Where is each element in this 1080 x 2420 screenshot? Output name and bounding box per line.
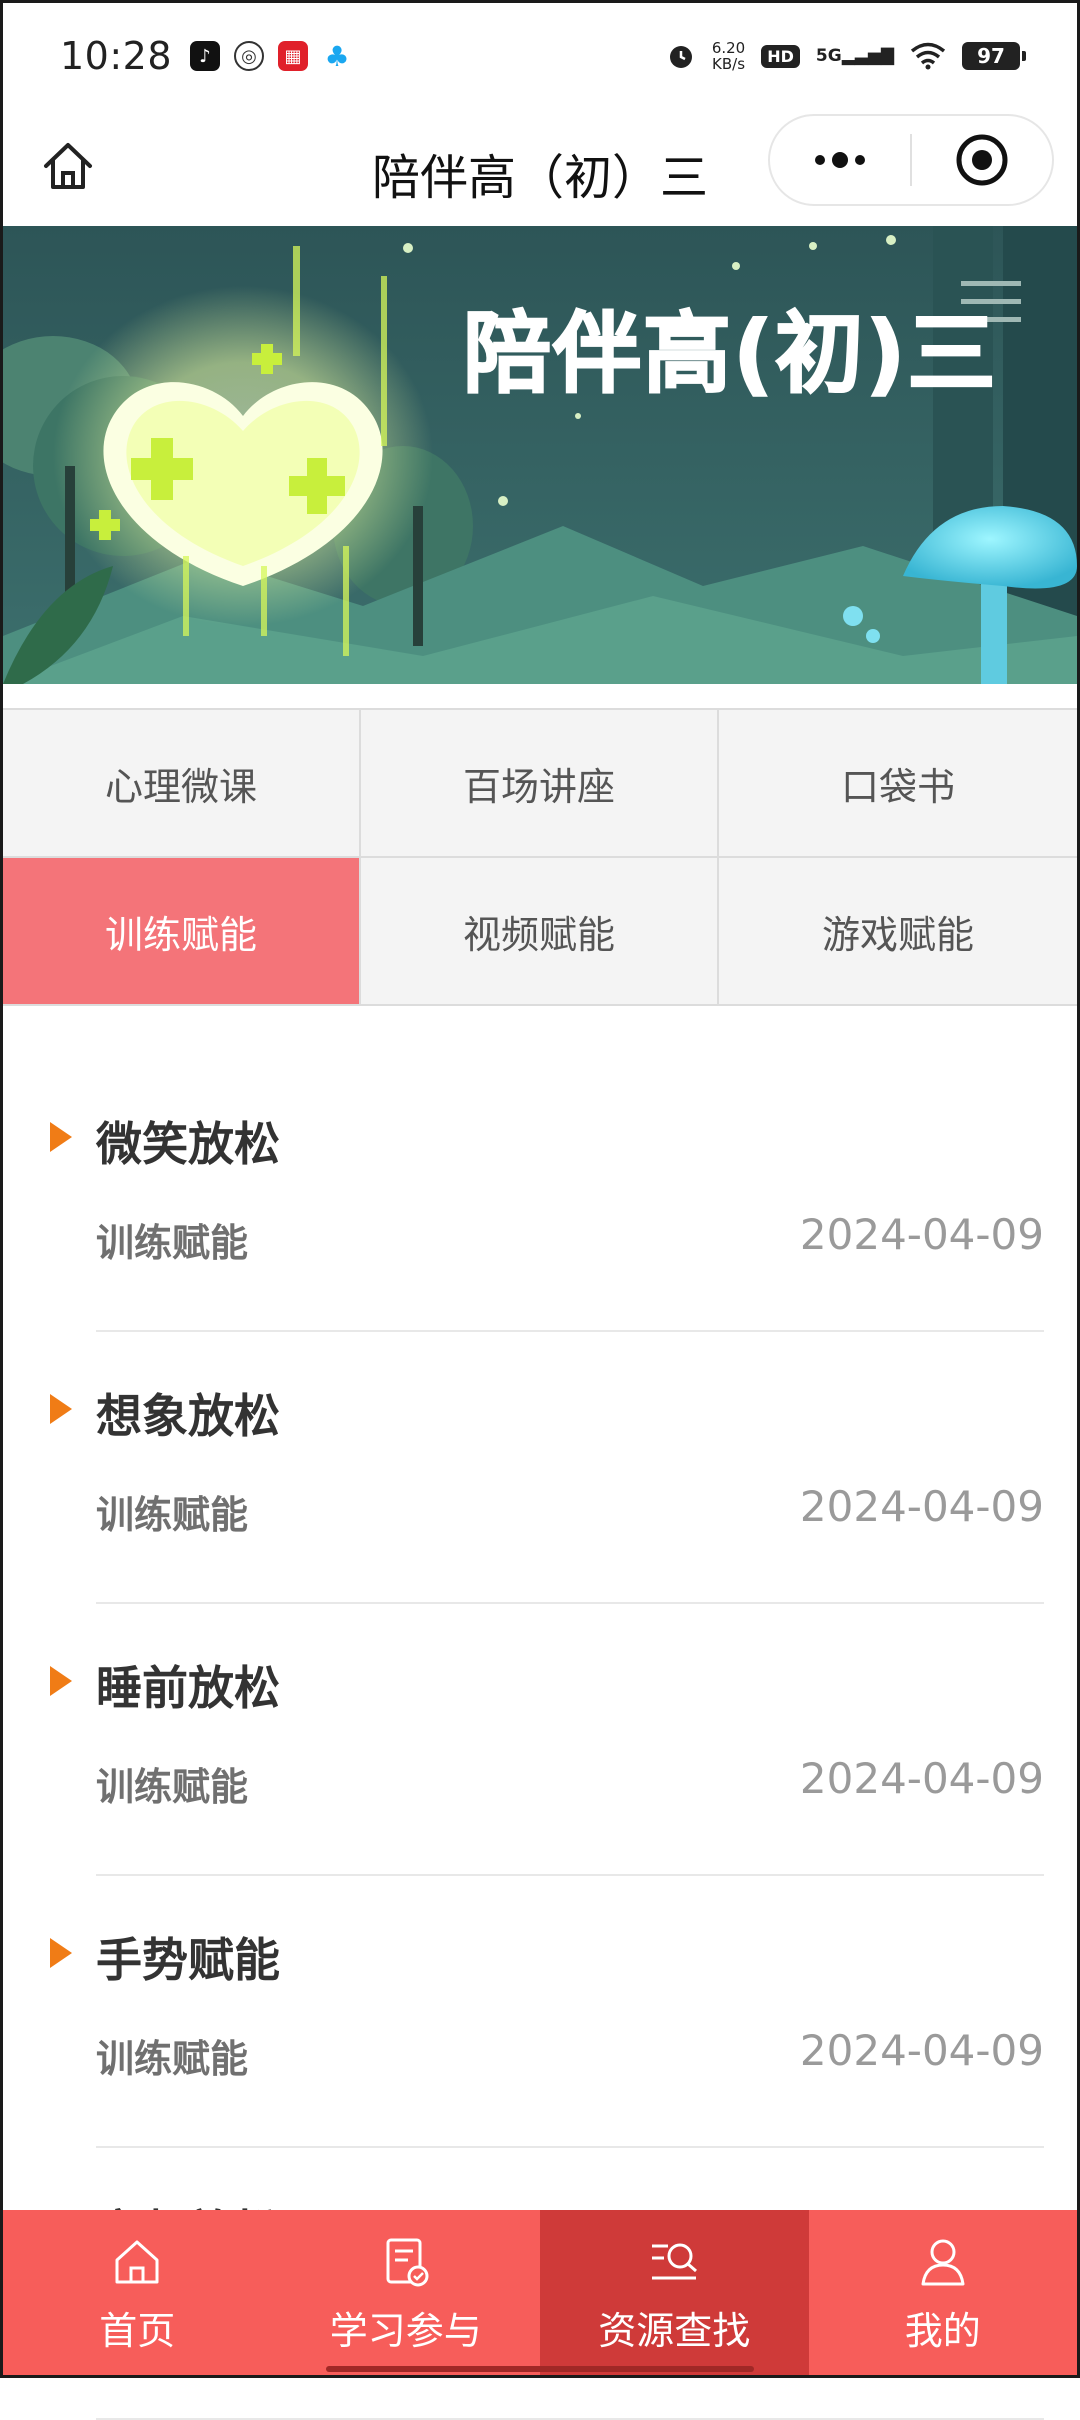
home-indicator <box>326 2366 754 2372</box>
category-tab[interactable]: 口袋书 <box>719 710 1077 858</box>
status-indicators: 6.20 KB/s HD 5G▂▃▅▇ 97 <box>666 40 1026 72</box>
list-item[interactable]: 手势赋能训练赋能 2024-04-09 <box>0 1876 1080 2148</box>
tab-label: 资源查找 <box>598 2309 751 2353</box>
wifi-icon <box>910 42 946 70</box>
app-grid-icon: ▦ <box>278 41 309 71</box>
qq-icon: ♣ <box>324 39 350 73</box>
list-item[interactable]: 微笑放松训练赋能 2024-04-09 <box>0 1060 1080 1332</box>
item-date: 2024-04-09 <box>799 1482 1044 1531</box>
banner: 陪伴高(初)三 <box>3 226 1077 684</box>
tab-label: 首页 <box>99 2309 176 2353</box>
banner-illustration: 陪伴高(初)三 <box>3 226 1077 684</box>
bottom-tab-bar: 首页 学习参与 资源查找 我的 <box>3 2210 1077 2375</box>
net-speed-unit: KB/s <box>712 55 746 73</box>
category-tab[interactable]: 游戏赋能 <box>719 858 1077 1006</box>
category-tab[interactable]: 心理微课 <box>3 710 361 858</box>
resource-search-icon <box>642 2230 706 2294</box>
item-category: 训练赋能 <box>96 2037 249 2081</box>
status-time: 10:28 <box>60 34 173 78</box>
status-bar: 10:28 ♪ ◎ ▦ ♣ 6.20 KB/s HD 5G▂▃▅▇ 97 <box>0 0 1080 112</box>
more-dots-icon <box>815 152 865 168</box>
nav-bar: 陪伴高（初）三 <box>0 112 1080 224</box>
item-date: 2024-04-09 <box>799 2026 1044 2075</box>
signal-label: 5G <box>815 46 842 66</box>
hd-badge: HD <box>761 44 800 68</box>
user-icon <box>911 2230 975 2294</box>
net-speed-value: 6.20 <box>711 39 746 57</box>
item-title: 手势赋能 <box>96 1933 280 1987</box>
tiktok-icon: ♪ <box>190 41 221 71</box>
item-title: 微笑放松 <box>96 1117 280 1171</box>
category-tab[interactable]: 百场讲座 <box>361 710 719 858</box>
banner-title: 陪伴高(初)三 <box>463 302 997 405</box>
app-swirl-icon: ◎ <box>234 41 265 71</box>
tab-resource-search[interactable]: 资源查找 <box>540 2210 809 2375</box>
miniprogram-capsule <box>768 114 1054 206</box>
tab-user[interactable]: 我的 <box>809 2210 1078 2375</box>
item-category: 训练赋能 <box>96 1765 249 1809</box>
signal-icon: 5G▂▃▅▇ <box>815 46 894 66</box>
item-category: 训练赋能 <box>96 1221 249 1265</box>
close-target-icon <box>956 134 1008 186</box>
triangle-arrow-icon <box>50 1938 72 1968</box>
item-date: 2024-04-09 <box>799 1754 1044 1803</box>
tab-label: 我的 <box>904 2309 981 2353</box>
battery-indicator: 97 <box>962 42 1026 70</box>
triangle-arrow-icon <box>50 1394 72 1424</box>
item-title: 想象放松 <box>96 1389 280 1443</box>
more-button[interactable] <box>770 116 910 204</box>
triangle-arrow-icon <box>50 1122 72 1152</box>
list-item[interactable]: 想象放松训练赋能 2024-04-09 <box>0 1332 1080 1604</box>
tab-label: 学习参与 <box>329 2309 482 2353</box>
notification-icons: ♪ ◎ ▦ ♣ <box>190 39 352 73</box>
category-tab[interactable]: 训练赋能 <box>3 858 361 1006</box>
item-category: 训练赋能 <box>96 1493 249 1537</box>
alarm-icon <box>669 46 692 68</box>
item-title: 睡前放松 <box>96 1661 280 1715</box>
item-date: 2024-04-09 <box>799 1210 1044 1259</box>
tab-study[interactable]: 学习参与 <box>272 2210 541 2375</box>
close-button[interactable] <box>912 116 1052 204</box>
study-icon <box>374 2230 438 2294</box>
category-tab[interactable]: 视频赋能 <box>361 858 719 1006</box>
home-icon <box>105 2230 169 2294</box>
list-item[interactable]: 睡前放松训练赋能 2024-04-09 <box>0 1604 1080 1876</box>
net-speed: 6.20 KB/s <box>712 40 745 72</box>
tab-home[interactable]: 首页 <box>3 2210 272 2375</box>
triangle-arrow-icon <box>50 1666 72 1696</box>
category-grid: 心理微课 百场讲座 口袋书训练赋能 视频赋能 游戏赋能 <box>3 708 1077 1006</box>
